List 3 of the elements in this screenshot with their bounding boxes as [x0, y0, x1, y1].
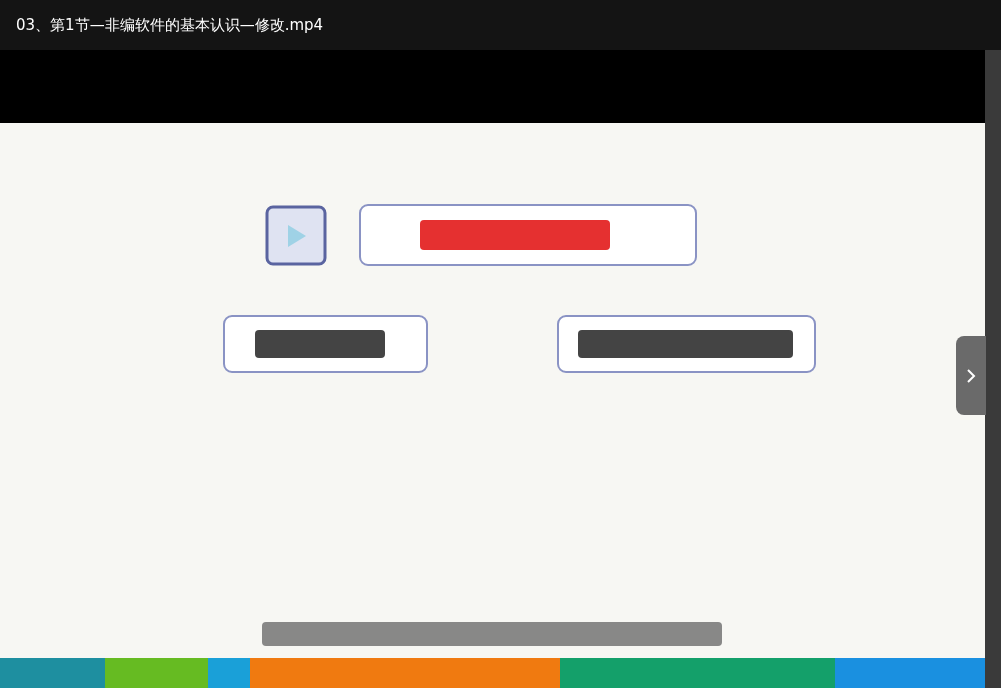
- chevron-right-icon: [966, 367, 976, 384]
- window-title: 03、第1节—非编软件的基本认识—修改.mp4: [16, 15, 324, 35]
- next-button[interactable]: [956, 336, 986, 415]
